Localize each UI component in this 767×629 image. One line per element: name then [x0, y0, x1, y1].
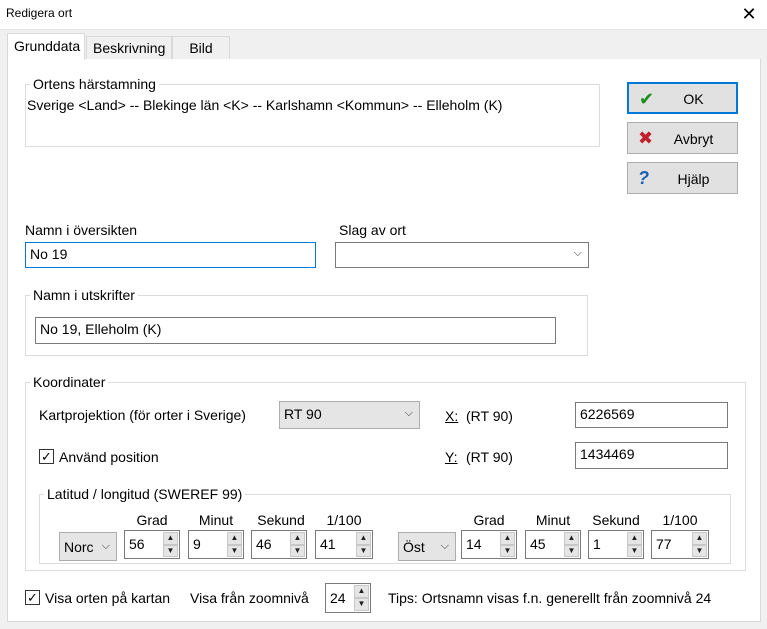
up-arrow-icon[interactable]: ▲: [627, 532, 642, 545]
lon-minut-spinner[interactable]: 45 ▲ ▼: [525, 530, 581, 559]
close-icon[interactable]: ✕: [737, 2, 761, 26]
y-unit: (RT 90): [466, 449, 513, 465]
latlong-legend: Latitud / longitud (SWEREF 99): [44, 486, 246, 502]
coordinates-legend: Koordinater: [30, 374, 109, 390]
lat-direction-value: Norc: [64, 539, 94, 555]
cancel-button-label: Avbryt: [673, 131, 714, 147]
lon-header-hundredths: 1/100: [662, 512, 698, 528]
down-arrow-icon[interactable]: ▼: [290, 544, 305, 557]
up-arrow-icon[interactable]: ▲: [564, 532, 579, 545]
origin-legend: Ortens härstamning: [30, 76, 159, 92]
lon-header-grad: Grad: [473, 512, 505, 528]
lat-header-minut: Minut: [198, 512, 234, 528]
spinner-value: 9: [193, 536, 201, 552]
projection-value: RT 90: [284, 406, 322, 422]
tab-label: Grunddata: [14, 38, 81, 54]
name-print-legend: Namn i utskrifter: [30, 287, 138, 303]
ok-button[interactable]: ✔ OK: [627, 82, 738, 114]
use-position-label: Använd position: [59, 449, 159, 465]
spinner-value: 45: [530, 536, 546, 552]
down-arrow-icon[interactable]: ▼: [227, 544, 242, 557]
projection-select[interactable]: RT 90 ⌵: [279, 401, 420, 429]
up-arrow-icon[interactable]: ▲: [692, 532, 707, 545]
up-arrow-icon[interactable]: ▲: [356, 532, 371, 545]
chevron-down-icon: ⌵: [573, 247, 582, 259]
tab-grunddata[interactable]: Grunddata: [7, 33, 85, 60]
help-button-label: Hjälp: [677, 171, 710, 187]
lon-header-sekund: Sekund: [592, 512, 640, 528]
spinner-value: 1: [593, 536, 601, 552]
tab-label: Bild: [189, 40, 213, 56]
lon-grad-spinner[interactable]: 14 ▲ ▼: [461, 530, 517, 559]
spinner-value: 24: [330, 590, 346, 606]
origin-group: [25, 84, 600, 147]
name-overview-input[interactable]: No 19: [25, 242, 316, 268]
spinner-value: 56: [129, 536, 145, 552]
spinner-value: 41: [320, 536, 336, 552]
zoom-spinner[interactable]: 24 ▲ ▼: [325, 583, 371, 613]
lat-hundredths-spinner[interactable]: 41 ▲ ▼: [315, 530, 373, 559]
lat-minut-spinner[interactable]: 9 ▲ ▼: [188, 530, 244, 559]
down-arrow-icon[interactable]: ▼: [692, 544, 707, 557]
y-input[interactable]: 1434469: [575, 442, 728, 469]
down-arrow-icon[interactable]: ▼: [564, 544, 579, 557]
show-on-map-checkbox[interactable]: ✓: [25, 590, 40, 605]
spinner-value: 46: [256, 536, 272, 552]
down-arrow-icon[interactable]: ▼: [627, 544, 642, 557]
up-arrow-icon[interactable]: ▲: [227, 532, 242, 545]
lon-direction-value: Öst: [403, 539, 425, 555]
show-on-map-label: Visa orten på kartan: [45, 590, 171, 606]
use-position-checkbox[interactable]: ✓: [39, 449, 54, 464]
down-arrow-icon[interactable]: ▼: [356, 544, 371, 557]
down-arrow-icon[interactable]: ▼: [500, 544, 515, 557]
y-label: Y:: [445, 449, 458, 465]
projection-label: Kartprojektion (för orter i Sverige): [39, 407, 246, 423]
down-arrow-icon[interactable]: ▼: [354, 598, 369, 611]
lon-header-minut: Minut: [535, 512, 571, 528]
ok-button-label: OK: [683, 91, 704, 107]
lat-grad-spinner[interactable]: 56 ▲ ▼: [124, 530, 180, 559]
name-overview-label: Namn i översikten: [25, 222, 138, 238]
up-arrow-icon[interactable]: ▲: [500, 532, 515, 545]
place-type-select[interactable]: ⌵: [335, 242, 589, 268]
spinner-value: 14: [466, 536, 482, 552]
tab-beskrivning[interactable]: Beskrivning: [86, 36, 172, 60]
name-print-input[interactable]: No 19, Elleholm (K): [35, 317, 556, 344]
tip-text: Tips: Ortsnamn visas f.n. generellt från…: [388, 590, 712, 606]
window-title: Redigera ort: [6, 6, 73, 20]
lon-hundredths-spinner[interactable]: 77 ▲ ▼: [651, 530, 709, 559]
tab-bild[interactable]: Bild: [172, 36, 230, 60]
up-arrow-icon[interactable]: ▲: [290, 532, 305, 545]
chevron-down-icon: ⌵: [101, 540, 110, 552]
lon-direction-select[interactable]: Öst ⌵: [398, 532, 456, 561]
help-button[interactable]: ? Hjälp: [627, 162, 738, 194]
lon-sekund-spinner[interactable]: 1 ▲ ▼: [588, 530, 644, 559]
x-input[interactable]: 6226569: [575, 402, 728, 428]
place-type-label: Slag av ort: [339, 222, 406, 238]
cancel-button[interactable]: ✖ Avbryt: [627, 122, 738, 154]
origin-text: Sverige <Land> -- Blekinge län <K> -- Ka…: [27, 97, 503, 113]
tab-label: Beskrivning: [93, 40, 166, 56]
lat-sekund-spinner[interactable]: 46 ▲ ▼: [251, 530, 307, 559]
zoom-label: Visa från zoomnivå: [190, 590, 309, 606]
up-arrow-icon[interactable]: ▲: [354, 585, 369, 598]
lat-direction-select[interactable]: Norc ⌵: [59, 532, 117, 561]
title-bar: Redigera ort ✕: [0, 0, 767, 30]
x-unit: (RT 90): [466, 408, 513, 424]
lat-header-grad: Grad: [136, 512, 168, 528]
x-label: X:: [445, 408, 459, 424]
up-arrow-icon[interactable]: ▲: [163, 532, 178, 545]
lat-header-sekund: Sekund: [257, 512, 305, 528]
lat-header-hundredths: 1/100: [326, 512, 362, 528]
chevron-down-icon: ⌵: [440, 540, 449, 552]
down-arrow-icon[interactable]: ▼: [163, 544, 178, 557]
chevron-down-icon: ⌵: [404, 407, 413, 419]
spinner-value: 77: [656, 536, 672, 552]
